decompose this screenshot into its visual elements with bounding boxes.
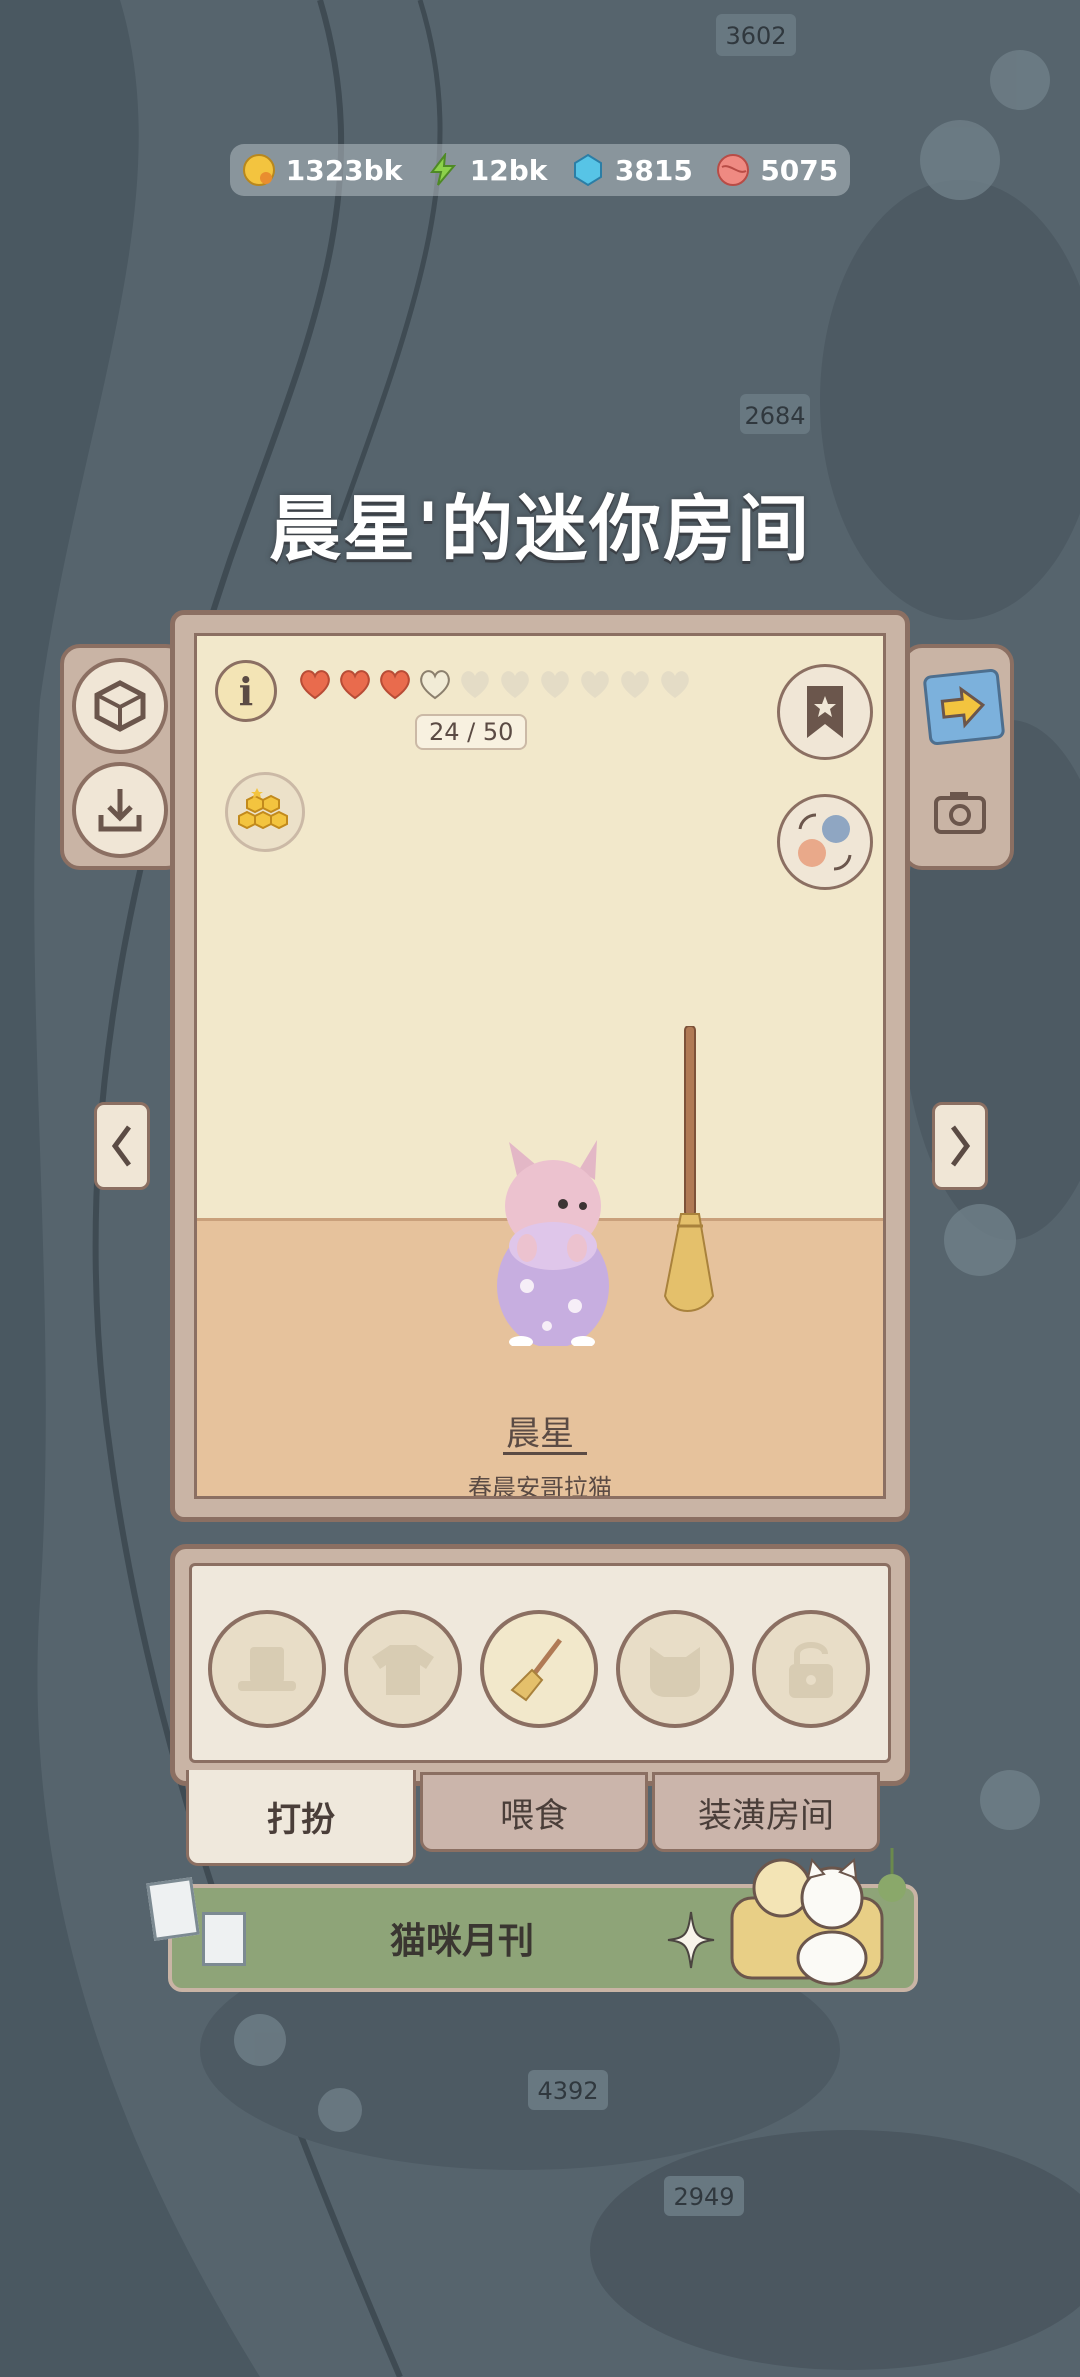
coins-counter[interactable]: 1323bk [242, 153, 403, 187]
room-box-button[interactable] [72, 658, 168, 754]
yarn-counter[interactable]: 5075 [716, 153, 838, 187]
chevron-left-icon [111, 1125, 132, 1167]
coins-value: 1323bk [285, 153, 403, 187]
scene-sign-2949: 2949 [673, 2183, 734, 2211]
scene-sign-4392: 4392 [537, 2077, 598, 2105]
cat-face-icon [650, 1647, 700, 1697]
heart-empty-icon [541, 671, 569, 698]
room-title: 晨星'的迷你房间 [268, 487, 812, 571]
magazine-card-icon [146, 1877, 200, 1941]
share-card-button[interactable] [922, 668, 1006, 746]
favorite-button[interactable] [777, 664, 873, 760]
previous-cat-button[interactable] [94, 1102, 150, 1190]
accessory-slot[interactable] [616, 1610, 734, 1728]
yarn-value: 5075 [760, 153, 839, 187]
heart-empty-icon [501, 671, 529, 698]
gems-value: 3815 [614, 153, 693, 187]
broom-slot[interactable] [480, 1610, 598, 1728]
switch-cat-button[interactable] [777, 794, 873, 890]
affection-hearts [297, 668, 693, 700]
honeycomb-icon [238, 788, 288, 830]
item-slots [189, 1563, 891, 1763]
lock-icon [789, 1642, 833, 1698]
heart-empty-icon [581, 671, 609, 698]
cat-monthly-banner[interactable]: 猫咪月刊 [168, 1848, 918, 1992]
tab-dress-up[interactable]: 打扮 [186, 1770, 416, 1866]
gems-counter[interactable]: 3815 [571, 153, 693, 187]
cat-swap-icon [798, 813, 852, 871]
yarn-icon [717, 154, 750, 186]
save-download-button[interactable] [72, 762, 168, 858]
heart-filled-icon [340, 670, 370, 700]
download-icon [98, 789, 142, 832]
left-tool-panel [60, 644, 186, 870]
broom-icon [510, 1638, 562, 1702]
affection-progress: 24 / 50 [415, 714, 528, 750]
tab-decorate-room[interactable]: 装潢房间 [652, 1772, 880, 1852]
heart-empty-icon [461, 671, 489, 698]
heart-empty-icon [661, 671, 689, 698]
info-icon: i [238, 668, 254, 714]
shirt-icon [372, 1645, 434, 1695]
magazine-card-icon [202, 1912, 246, 1966]
room-view[interactable]: i 24 / 50 晨星 春晨安哥拉猫 [194, 633, 886, 1499]
clothes-slot[interactable] [344, 1610, 462, 1728]
cat-character[interactable] [487, 1136, 617, 1346]
bookmark-star-icon [807, 686, 843, 738]
hat-icon [238, 1647, 296, 1691]
locked-slot[interactable] [752, 1610, 870, 1728]
dressup-tools-panel [170, 1544, 910, 1786]
resource-bar: 1323bk 12bk 3815 5075 [230, 144, 850, 196]
broom-decoration [663, 1026, 715, 1312]
camera-button[interactable] [930, 782, 990, 842]
right-tool-panel [902, 644, 1014, 870]
sparkle-icon [667, 1911, 715, 1969]
arrow-right-icon [940, 686, 986, 729]
scene-sign-3602: 3602 [725, 22, 786, 50]
heart-filled-icon [300, 670, 330, 700]
tab-feed[interactable]: 喂食 [420, 1772, 648, 1852]
lightning-icon [429, 153, 456, 186]
room-frame: i 24 / 50 晨星 春晨安哥拉猫 [170, 610, 910, 1522]
cat-name-underline [503, 1452, 587, 1455]
cat-breed: 春晨安哥拉猫 [468, 1474, 612, 1499]
cat-name: 晨星 [506, 1414, 574, 1454]
energy-value: 12bk [469, 153, 548, 187]
coin-icon [242, 154, 275, 186]
scene-sign-2684: 2684 [744, 402, 805, 430]
banner-title: 猫咪月刊 [389, 1921, 534, 1962]
gem-icon [573, 153, 602, 187]
hat-slot[interactable] [208, 1610, 326, 1728]
heart-partial-icon [420, 670, 450, 700]
chevron-right-icon [950, 1125, 971, 1167]
box-icon [94, 680, 146, 732]
energy-counter[interactable]: 12bk [426, 153, 548, 187]
heart-filled-icon [380, 670, 410, 700]
info-button[interactable]: i [215, 660, 277, 722]
honeycomb-badge[interactable] [225, 772, 305, 852]
camera-icon [934, 792, 986, 834]
heart-empty-icon [621, 671, 649, 698]
next-cat-button[interactable] [932, 1102, 988, 1190]
banner-cats-illustration [730, 1848, 906, 1986]
